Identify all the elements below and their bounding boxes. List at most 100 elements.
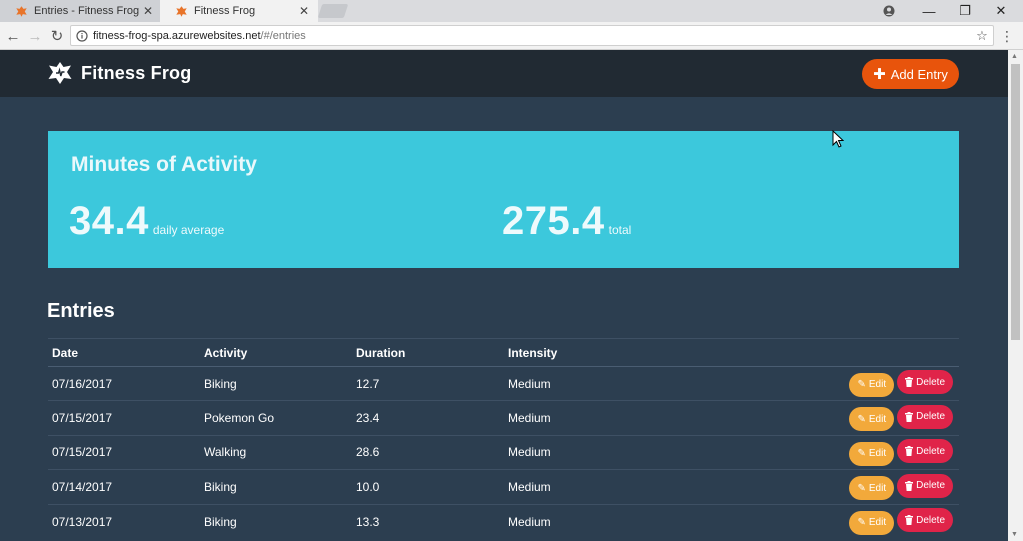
entry-activity: Biking: [200, 503, 352, 539]
activity-heading: Minutes of Activity: [71, 153, 257, 176]
edit-icon: ✎: [857, 448, 866, 460]
table-row: 07/13/2017 Biking 13.3 Medium ✎ Edit Delet…: [48, 503, 959, 539]
delete-button[interactable]: Delete: [897, 404, 953, 429]
entry-actions: ✎ Edit Delete: [704, 503, 959, 539]
brand[interactable]: Fitness Frog: [47, 61, 191, 85]
delete-label: Delete: [916, 480, 945, 492]
table-row: 07/16/2017 Biking 12.7 Medium ✎ Edit Delet…: [48, 365, 959, 401]
entry-duration: 13.3: [352, 503, 504, 539]
entry-actions: ✎ Edit Delete: [704, 365, 959, 401]
minimize-icon[interactable]: —: [911, 0, 947, 22]
add-entry-label: Add Entry: [890, 66, 948, 82]
bookmark-star-icon[interactable]: ☆: [971, 28, 993, 44]
plus-icon: ✚: [873, 66, 886, 83]
maximize-icon[interactable]: ❐: [947, 0, 983, 22]
edit-label: Edit: [868, 482, 887, 494]
total-stat: 275.4 total: [502, 199, 631, 244]
scroll-up-icon[interactable]: ▲: [1011, 53, 1018, 60]
address-bar[interactable]: fitness-frog-spa.azurewebsites.net/#/ent…: [70, 25, 994, 46]
entry-activity: Pokemon Go: [200, 400, 352, 436]
column-header-date: Date: [48, 338, 200, 367]
entry-intensity: Medium: [504, 503, 704, 539]
browser-menu-icon[interactable]: ⋮: [1000, 27, 1014, 45]
entry-intensity: Medium: [504, 365, 704, 401]
mouse-cursor-icon: [832, 130, 844, 148]
entry-intensity: Medium: [504, 434, 704, 470]
daily-average-stat: 34.4 daily average: [69, 199, 224, 244]
window-close-icon[interactable]: ✕: [983, 0, 1019, 22]
column-header-intensity: Intensity: [504, 338, 704, 367]
browser-tab-strip: Entries - Fitness Frog ✕ Fitness Frog ✕ …: [0, 0, 1023, 22]
main-content: Minutes of Activity 34.4 daily average 2…: [0, 97, 1008, 541]
column-header-actions: [704, 338, 959, 367]
delete-button[interactable]: Delete: [897, 439, 953, 464]
entries-table: Date Activity Duration Intensity 07/16/2…: [48, 338, 959, 539]
browser-tab-fitness-frog[interactable]: Fitness Frog ✕: [160, 0, 318, 22]
add-entry-button[interactable]: ✚ Add Entry: [862, 59, 959, 89]
entry-actions: ✎ Edit Delete: [704, 469, 959, 505]
edit-icon: ✎: [857, 379, 866, 391]
scroll-down-icon[interactable]: ▼: [1011, 531, 1018, 538]
entry-date: 07/15/2017: [48, 400, 200, 436]
activity-summary-panel: Minutes of Activity 34.4 daily average 2…: [48, 131, 959, 268]
edit-icon: ✎: [857, 517, 866, 529]
tab-close-icon[interactable]: ✕: [142, 4, 154, 18]
tab-title: Entries - Fitness Frog: [34, 5, 140, 17]
entry-intensity: Medium: [504, 400, 704, 436]
back-icon[interactable]: ←: [3, 27, 23, 45]
entry-date: 07/14/2017: [48, 469, 200, 505]
entries-heading: Entries: [47, 300, 115, 322]
tab-close-icon[interactable]: ✕: [298, 4, 310, 18]
edit-button[interactable]: ✎ Edit: [849, 407, 895, 432]
entry-activity: Biking: [200, 469, 352, 505]
column-header-activity: Activity: [200, 338, 352, 367]
daily-average-label: daily average: [152, 223, 225, 237]
entry-actions: ✎ Edit Delete: [704, 434, 959, 470]
profile-icon[interactable]: [871, 0, 907, 22]
trash-icon: [905, 446, 914, 457]
edit-label: Edit: [868, 517, 887, 529]
entry-date: 07/13/2017: [48, 503, 200, 539]
edit-label: Edit: [868, 448, 887, 460]
scrollbar-thumb[interactable]: [1011, 64, 1020, 340]
entry-duration: 12.7: [352, 365, 504, 401]
entry-intensity: Medium: [504, 469, 704, 505]
edit-button[interactable]: ✎ Edit: [849, 510, 895, 535]
table-row: 07/15/2017 Pokemon Go 23.4 Medium ✎ Edit D…: [48, 400, 959, 436]
forward-icon[interactable]: →: [25, 27, 45, 45]
delete-label: Delete: [916, 514, 945, 526]
entry-duration: 28.6: [352, 434, 504, 470]
delete-button[interactable]: Delete: [897, 473, 953, 498]
trash-icon: [905, 480, 914, 491]
page-scrollbar[interactable]: ▲ ▼: [1008, 50, 1023, 541]
tab-title: Fitness Frog: [194, 5, 256, 17]
edit-label: Edit: [868, 413, 887, 425]
reload-icon[interactable]: ↻: [47, 27, 67, 45]
edit-icon: ✎: [857, 482, 866, 494]
edit-button[interactable]: ✎ Edit: [849, 372, 895, 397]
entry-actions: ✎ Edit Delete: [704, 400, 959, 436]
total-label: total: [608, 223, 632, 237]
entry-duration: 23.4: [352, 400, 504, 436]
table-row: 07/14/2017 Biking 10.0 Medium ✎ Edit Delet…: [48, 469, 959, 505]
edit-button[interactable]: ✎ Edit: [849, 441, 895, 466]
daily-average-value: 34.4: [69, 199, 149, 243]
edit-button[interactable]: ✎ Edit: [849, 476, 895, 501]
delete-button[interactable]: Delete: [897, 508, 953, 533]
new-tab-button[interactable]: [317, 4, 349, 18]
entry-date: 07/15/2017: [48, 434, 200, 470]
url-host: fitness-frog-spa.azurewebsites.net: [93, 29, 261, 42]
browser-tab-entries[interactable]: Entries - Fitness Frog ✕: [0, 0, 162, 22]
delete-button[interactable]: Delete: [897, 370, 953, 395]
edit-label: Edit: [868, 379, 887, 391]
edit-icon: ✎: [857, 413, 866, 425]
column-header-duration: Duration: [352, 338, 504, 367]
frog-logo-icon: [48, 62, 72, 84]
site-info-icon[interactable]: [71, 29, 93, 42]
app-header: Fitness Frog ✚ Add Entry: [0, 50, 1008, 97]
brand-name: Fitness Frog: [81, 62, 192, 83]
entry-date: 07/16/2017: [48, 365, 200, 401]
trash-icon: [905, 411, 914, 422]
entry-activity: Biking: [200, 365, 352, 401]
trash-icon: [905, 377, 914, 388]
